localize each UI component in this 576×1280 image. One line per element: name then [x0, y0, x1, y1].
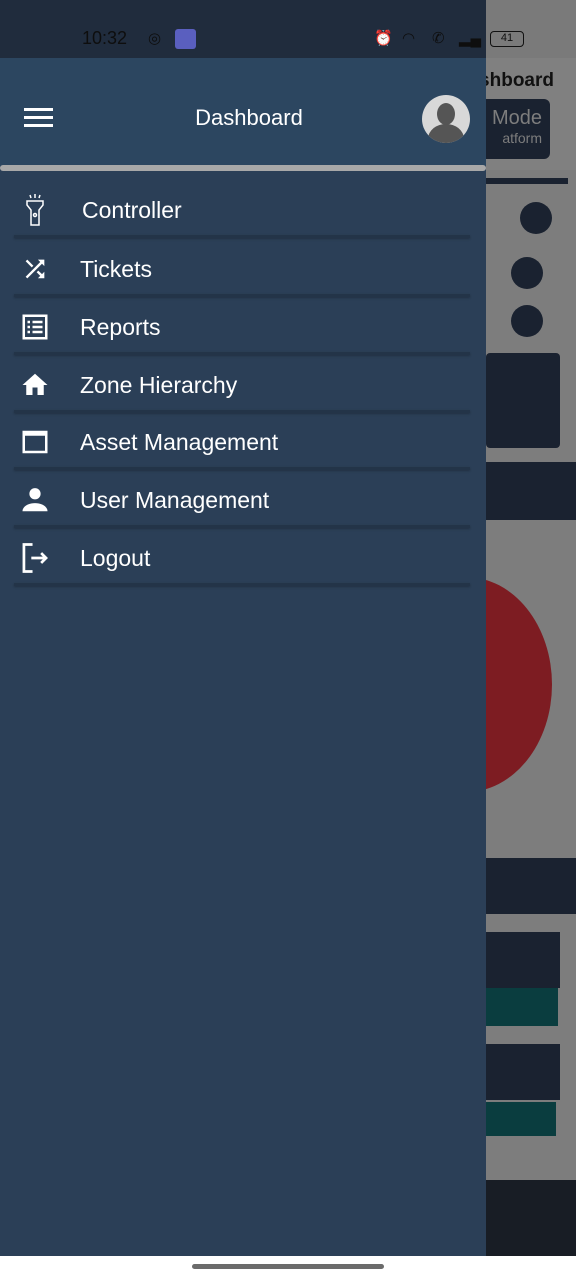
signal-icon: ▂▄: [459, 30, 482, 47]
flashlight-icon: [18, 194, 52, 226]
background-bar: [486, 1102, 556, 1136]
menu-item-tickets[interactable]: Tickets: [0, 241, 486, 297]
menu-item-controller[interactable]: Controller: [0, 182, 486, 238]
divider: [14, 525, 470, 528]
avatar[interactable]: [422, 95, 470, 143]
background-card: [486, 1044, 560, 1100]
menu-item-reports[interactable]: Reports: [0, 299, 486, 355]
menu-item-zone-hierarchy[interactable]: Zone Hierarchy: [0, 357, 486, 413]
menu-item-label: Reports: [80, 314, 161, 340]
globe-icon: [520, 202, 552, 234]
menu-item-label: Zone Hierarchy: [80, 372, 238, 398]
background-title: shboard: [479, 70, 554, 91]
divider: [14, 352, 470, 355]
background-card-header: [486, 858, 576, 914]
background-card-header: [486, 462, 576, 520]
home-icon: [18, 369, 52, 401]
menu-item-label: User Management: [80, 487, 270, 513]
alarm-icon: ⏰: [374, 30, 393, 47]
window-icon: [18, 426, 52, 458]
status-bar-dimmed: [486, 0, 576, 58]
menu-item-logout[interactable]: Logout: [0, 530, 486, 586]
wifi-call-icon: ✆: [432, 30, 445, 47]
android-icon: [175, 29, 196, 49]
background-block: [486, 178, 568, 184]
menu-item-label: Asset Management: [80, 429, 279, 455]
person-icon: [18, 484, 52, 516]
menu-item-label: Controller: [82, 197, 182, 223]
drawer-header: Dashboard: [0, 58, 486, 166]
status-time: 10:32: [82, 28, 128, 48]
globe-icon: [511, 257, 543, 289]
divider: [14, 294, 470, 297]
divider: [14, 583, 470, 586]
system-nav-bar: [0, 1256, 576, 1280]
menu-item-asset-management[interactable]: Asset Management: [0, 414, 486, 470]
divider: [14, 467, 470, 470]
globe-icon: [511, 305, 543, 337]
background-bottom-bar: [486, 1180, 576, 1256]
battery-icon: 41: [490, 31, 524, 47]
menu-item-label: Logout: [80, 545, 151, 571]
wifi-icon: ◠: [402, 30, 416, 47]
list-icon: [18, 311, 52, 343]
header-divider: [0, 165, 486, 171]
shuffle-icon: [18, 253, 52, 285]
whatsapp-icon: ◎: [148, 30, 162, 47]
background-bar: [486, 988, 558, 1026]
logout-icon: [18, 542, 52, 574]
background-card: [486, 353, 560, 448]
menu-item-label: Tickets: [80, 256, 152, 282]
home-gesture-handle[interactable]: [192, 1264, 384, 1269]
divider: [14, 235, 470, 238]
navigation-drawer: Dashboard Controller Tickets Reports Zon…: [0, 58, 486, 1256]
background-card: [486, 932, 560, 988]
menu-item-user-management[interactable]: User Management: [0, 472, 486, 528]
status-bar: 10:32 ◎ ⏰ ◠ ✆ ▂▄: [0, 0, 486, 58]
divider: [14, 410, 470, 413]
